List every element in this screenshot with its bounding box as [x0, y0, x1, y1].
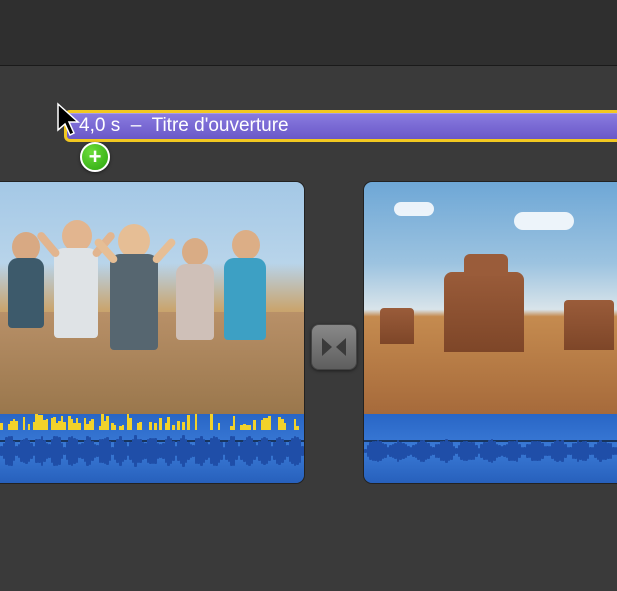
clip-1-audio-track[interactable]: [0, 414, 304, 483]
clip-2-audio-track[interactable]: [364, 414, 617, 483]
title-duration: 4,0 s: [79, 115, 120, 136]
video-clip-2[interactable]: [364, 182, 617, 483]
transition-cross-dissolve[interactable]: [311, 324, 357, 370]
title-clip-label: 4,0 s – Titre d'ouverture: [79, 115, 289, 137]
video-clip-1[interactable]: [0, 182, 304, 483]
app-toolbar-area: [0, 0, 617, 66]
clip-1-waveform: [0, 436, 304, 466]
clip-1-peak-indicators: [0, 414, 304, 430]
clip-1-thumbnail: [0, 182, 304, 414]
title-separator: –: [131, 115, 142, 136]
plus-icon: +: [89, 144, 102, 170]
clip-2-thumbnail: [364, 182, 617, 414]
add-drop-indicator: +: [80, 142, 110, 172]
transition-icon: [320, 335, 348, 359]
clip-2-waveform: [364, 436, 617, 466]
title-name: Titre d'ouverture: [152, 115, 289, 136]
title-clip[interactable]: 4,0 s – Titre d'ouverture: [64, 110, 617, 142]
